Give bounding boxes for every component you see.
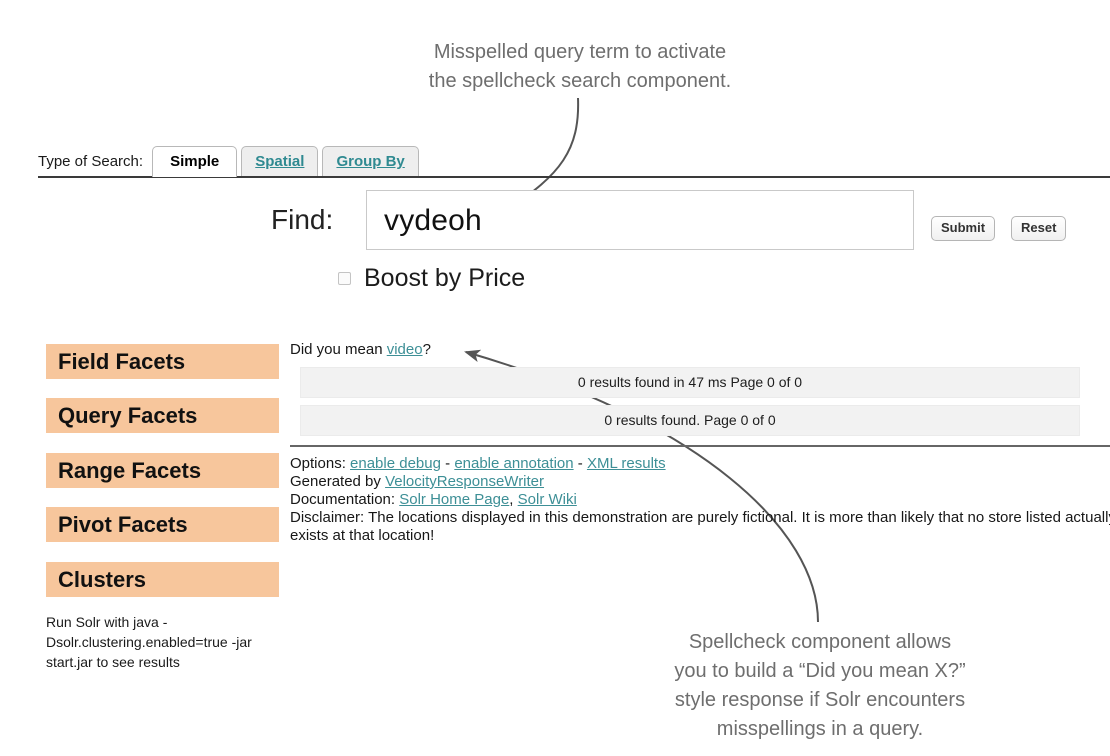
footer-separator-3: , [509, 491, 518, 508]
annotation-bottom-text: Spellcheck component allows you to build… [674, 631, 966, 740]
tab-spatial[interactable]: Spatial [241, 146, 319, 177]
sidebar-item-range-facets[interactable]: Range Facets [46, 453, 279, 488]
result-summary-bar: 0 results found in 47 ms Page 0 of 0 [300, 367, 1080, 398]
spellcheck-suggestion-link[interactable]: video [387, 341, 423, 358]
sidebar-item-pivot-facets[interactable]: Pivot Facets [46, 507, 279, 542]
velocity-response-writer-link[interactable]: VelocityResponseWriter [385, 473, 544, 490]
spellcheck-suggestion-line: Did you mean video? [290, 341, 431, 358]
reset-button[interactable]: Reset [1011, 216, 1067, 241]
type-of-search-label: Type of Search: [38, 153, 144, 170]
boost-by-price-row[interactable]: Boost by Price [338, 265, 525, 291]
submit-button[interactable]: Submit [931, 216, 996, 241]
solr-wiki-link[interactable]: Solr Wiki [518, 491, 577, 508]
spellcheck-suffix: ? [422, 341, 431, 358]
footer-separator-2: - [573, 455, 587, 472]
clusters-help-note: Run Solr with java -Dsolr.clustering.ena… [46, 614, 252, 670]
tab-group-by[interactable]: Group By [322, 146, 419, 177]
results-divider [290, 445, 1110, 447]
find-label: Find: [271, 204, 334, 235]
sidebar-item-query-facets[interactable]: Query Facets [46, 398, 279, 433]
search-input-value: vydeoh [384, 204, 482, 237]
footer-disclaimer: Disclaimer: The locations displayed in t… [290, 509, 1110, 544]
annotation-top-text: Misspelled query term to activate the sp… [428, 41, 732, 92]
footer-options-line: Options: enable debug - enable annotatio… [290, 455, 1110, 473]
boost-by-price-checkbox[interactable] [338, 271, 351, 285]
tab-simple[interactable]: Simple [152, 146, 238, 177]
footer-generated-line: Generated by VelocityResponseWriter [290, 473, 1110, 491]
footer-documentation-label: Documentation: [290, 491, 400, 508]
enable-annotation-link[interactable]: enable annotation [454, 455, 573, 472]
footer-generated-label: Generated by [290, 473, 386, 490]
footer-documentation-line: Documentation: Solr Home Page, Solr Wiki [290, 491, 1110, 509]
search-type-tabs: Type of Search: Simple Spatial Group By [38, 143, 1080, 177]
sidebar-item-field-facets[interactable]: Field Facets [46, 344, 279, 379]
footer-separator-1: - [440, 455, 455, 472]
spellcheck-prefix: Did you mean [290, 341, 387, 358]
result-summary-bar: 0 results found. Page 0 of 0 [300, 405, 1080, 436]
footer-block: Options: enable debug - enable annotatio… [290, 455, 1110, 545]
footer-options-label: Options: [290, 455, 351, 472]
solr-home-page-link[interactable]: Solr Home Page [399, 491, 509, 508]
boost-by-price-label: Boost by Price [364, 264, 526, 292]
xml-results-link[interactable]: XML results [587, 455, 666, 472]
enable-debug-link[interactable]: enable debug [350, 455, 441, 472]
search-input[interactable]: vydeoh [366, 190, 914, 250]
sidebar-item-clusters[interactable]: Clusters [46, 562, 279, 597]
